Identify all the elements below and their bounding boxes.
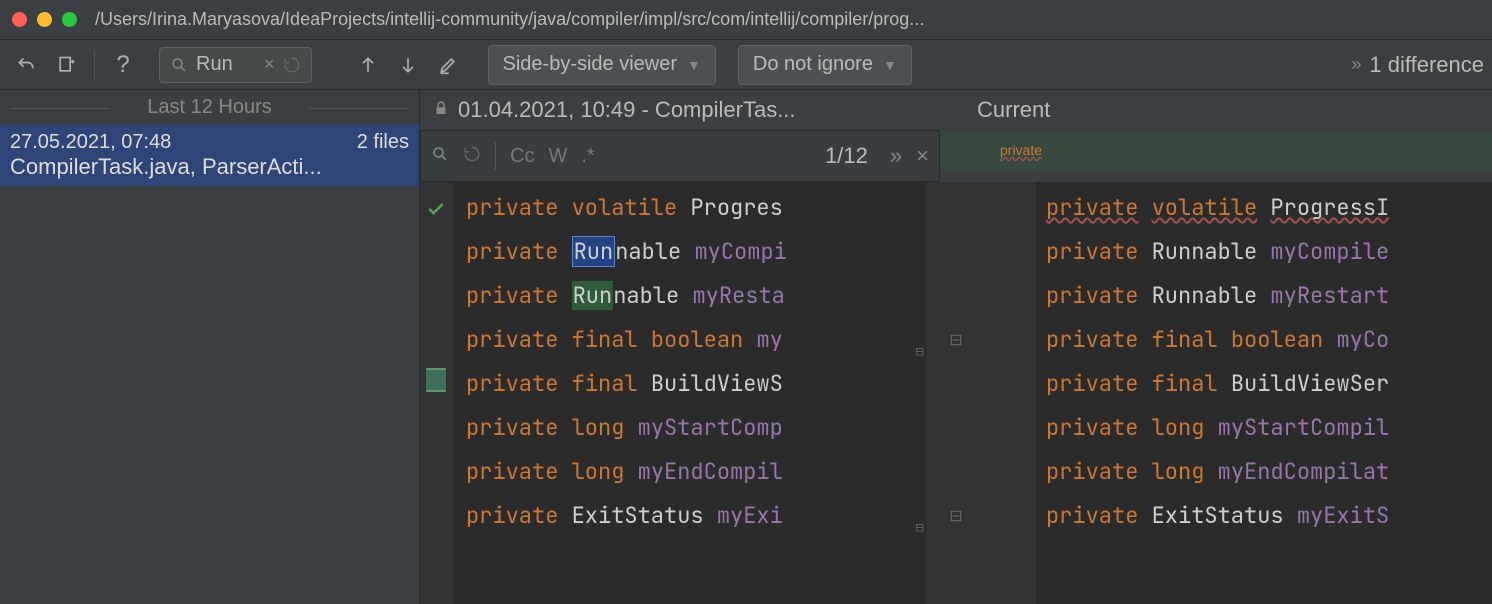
right-gutter (986, 182, 1036, 604)
middle-gutter: ⊟ ⊟ (926, 182, 986, 604)
prev-diff-button[interactable] (350, 47, 386, 83)
regex-toggle[interactable]: .* (581, 145, 594, 168)
code-line: private Runnable myCompi (466, 230, 926, 274)
words-toggle[interactable]: W (548, 145, 567, 168)
chevron-down-icon: ▼ (687, 57, 701, 73)
left-pane-title: 01.04.2021, 10:49 - CompilerTas... (420, 93, 947, 127)
right-code-pane[interactable]: private volatile ProgressIprivate Runnab… (986, 182, 1492, 604)
diff-area: 01.04.2021, 10:49 - CompilerTas... Curre… (420, 90, 1492, 604)
fold-icon[interactable]: ⊟ (949, 506, 962, 526)
left-gutter (420, 182, 454, 604)
titlebar: /Users/Irina.Maryasova/IdeaProjects/inte… (0, 0, 1492, 40)
code-line: private Runnable myResta (466, 274, 926, 318)
create-patch-button[interactable] (48, 47, 84, 83)
code-line: private ExitStatus myExitS (1046, 494, 1492, 538)
ignore-mode-dropdown[interactable]: Do not ignore ▼ (738, 45, 912, 85)
code-line: private final BuildViewSer (1046, 362, 1492, 406)
code-line: private long myEndCompil (466, 450, 926, 494)
code-line: private Runnable myCompile (1046, 230, 1492, 274)
left-code-pane[interactable]: private volatile Progresprivate Runnable… (420, 182, 926, 604)
code-line: private final boolean my (466, 318, 926, 362)
find-more-icon[interactable]: » (890, 143, 902, 169)
find-history-icon[interactable] (463, 145, 481, 168)
find-icon[interactable] (431, 145, 449, 168)
search-icon (170, 56, 188, 74)
window-title: /Users/Irina.Maryasova/IdeaProjects/inte… (95, 9, 1480, 30)
inspection-ok-icon (426, 190, 446, 234)
undo-button[interactable] (8, 47, 44, 83)
search-input[interactable] (196, 53, 256, 76)
added-text: private (1000, 142, 1042, 158)
code-line: private Runnable myRestart (1046, 274, 1492, 318)
more-actions-icon[interactable]: » (1351, 54, 1361, 75)
history-file-count: 2 files (357, 131, 409, 154)
close-window-button[interactable] (12, 12, 27, 27)
chevron-down-icon: ▼ (883, 57, 897, 73)
close-find-icon[interactable]: × (916, 143, 929, 169)
right-pane-title: Current (947, 93, 1492, 127)
history-sidebar: Last 12 Hours 27.05.2021, 07:48 2 files … (0, 90, 420, 604)
fold-icon[interactable]: ⊟ (949, 330, 962, 350)
find-count: 1/12 (825, 143, 868, 169)
match-case-toggle[interactable]: Cc (510, 145, 534, 168)
code-line: private ExitStatus myExi (466, 494, 926, 538)
ignore-mode-label: Do not ignore (753, 53, 873, 76)
clear-search-icon[interactable]: × (264, 54, 275, 75)
viewer-mode-label: Side-by-side viewer (503, 53, 678, 76)
sidebar-section-header: Last 12 Hours (0, 90, 419, 125)
search-field[interactable]: × (159, 47, 312, 83)
code-line: private long myEndCompilat (1046, 450, 1492, 494)
code-line: private final BuildViewS (466, 362, 926, 406)
diff-count: » 1 difference (1351, 52, 1484, 78)
history-timestamp: 27.05.2021, 07:48 (10, 131, 171, 154)
fold-icon[interactable]: ⊟ (916, 506, 924, 550)
code-line: private final boolean myCo (1046, 318, 1492, 362)
fold-icon[interactable]: ⊟ (916, 330, 924, 374)
code-line: private long myStartCompil (1046, 406, 1492, 450)
window-controls (12, 12, 77, 27)
right-top-diff: private (940, 130, 1492, 182)
lock-icon (432, 97, 450, 123)
edit-button[interactable] (430, 47, 466, 83)
divider (94, 50, 95, 80)
search-history-icon[interactable] (283, 56, 301, 74)
diff-marker (426, 368, 446, 392)
next-diff-button[interactable] (390, 47, 426, 83)
code-line: private volatile Progres (466, 186, 926, 230)
viewer-mode-dropdown[interactable]: Side-by-side viewer ▼ (488, 45, 716, 85)
help-button[interactable]: ? (105, 47, 141, 83)
toolbar: ? × Side-by-side viewer ▼ Do not ignore … (0, 40, 1492, 90)
code-line: private long myStartComp (466, 406, 926, 450)
code-line: private volatile ProgressI (1046, 186, 1492, 230)
minimize-window-button[interactable] (37, 12, 52, 27)
maximize-window-button[interactable] (62, 12, 77, 27)
history-item[interactable]: 27.05.2021, 07:48 2 files CompilerTask.j… (0, 125, 419, 186)
history-files: CompilerTask.java, ParserActi... (10, 154, 409, 180)
find-bar: Cc W .* 1/12 » × (420, 130, 940, 182)
